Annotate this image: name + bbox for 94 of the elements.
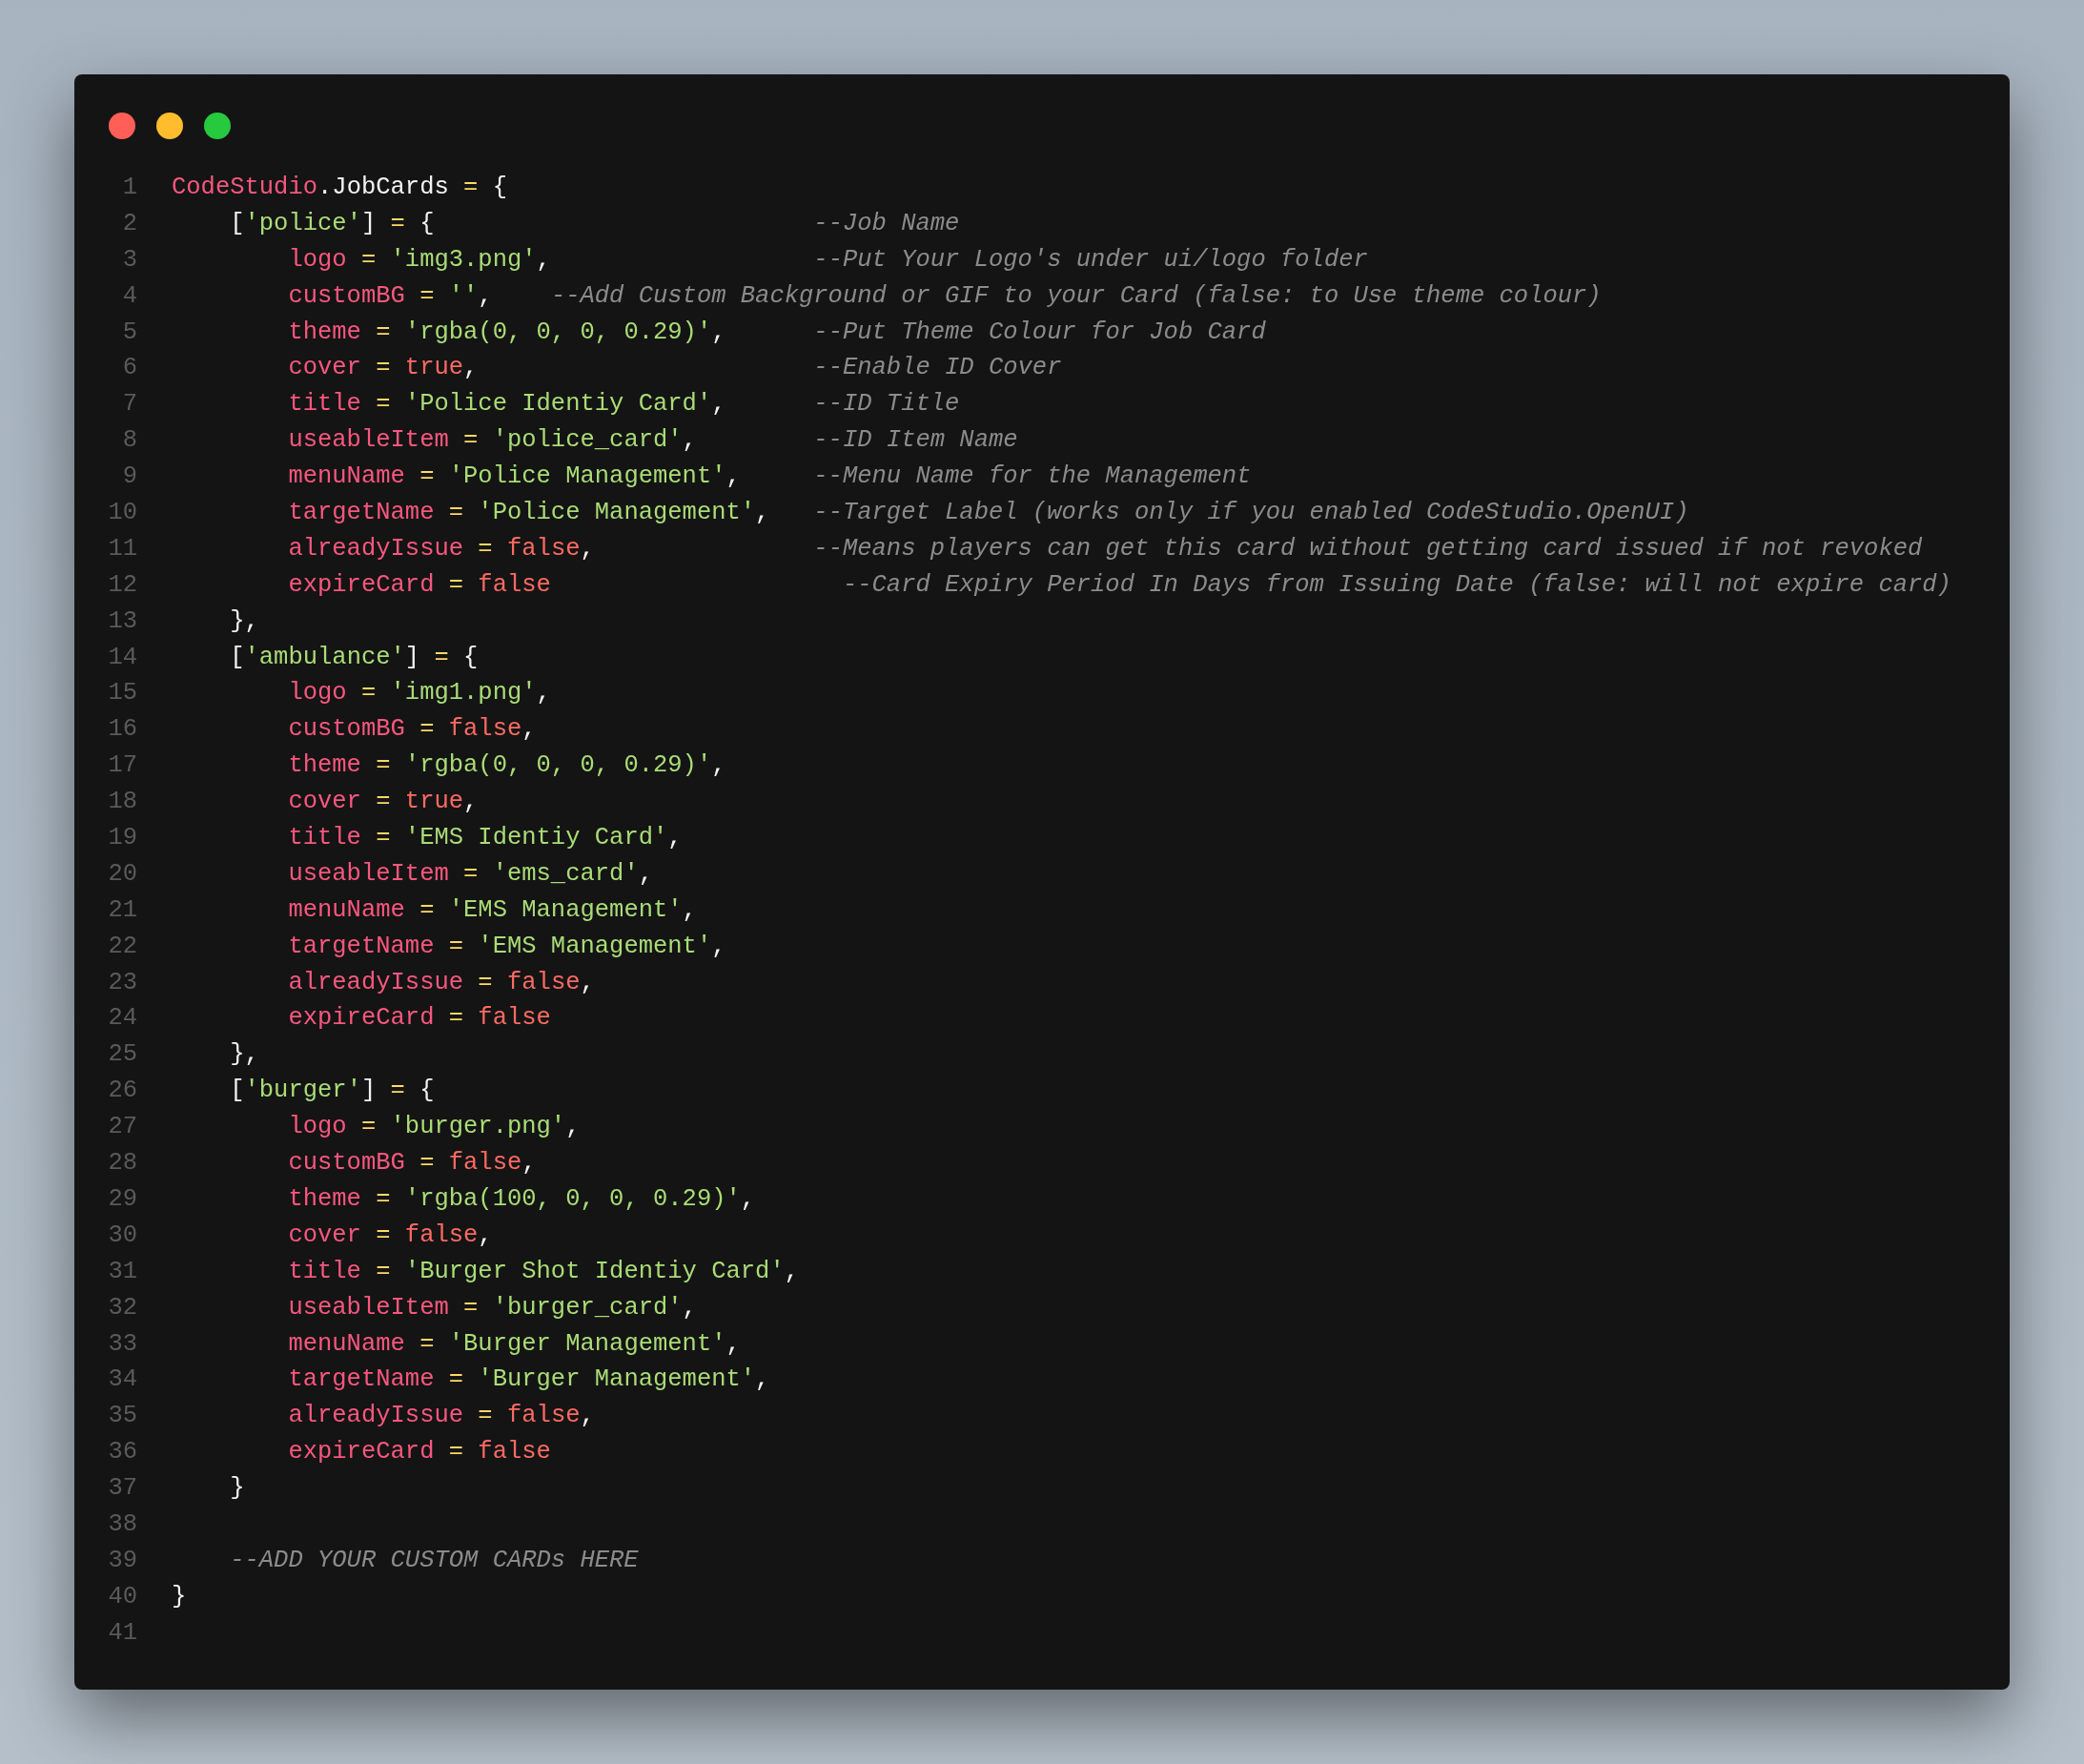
code-text: menuName = 'Burger Management', [288, 1328, 741, 1360]
line-number: 13 [107, 605, 137, 637]
line-number: 10 [107, 498, 137, 528]
code-text: theme = 'rgba(100, 0, 0, 0.29)', [288, 1183, 756, 1215]
line-number: 11 [107, 533, 137, 564]
line-number: 21 [107, 894, 137, 926]
code-text: alreadyIssue = false, [288, 533, 595, 564]
line-number: 39 [107, 1545, 137, 1576]
code-text: cover = true, [288, 787, 479, 818]
line-number: 26 [107, 1076, 137, 1107]
code-comment: --ADD YOUR CUSTOM CARDs HERE [230, 1545, 639, 1576]
code-text: theme = 'rgba(0, 0, 0, 0.29)', [288, 317, 726, 348]
code-text: ['police'] = { [230, 208, 435, 239]
code-text: }, [230, 1039, 259, 1071]
line-number: 9 [121, 462, 137, 493]
line-number: 24 [107, 1003, 137, 1035]
code-text: useableItem = 'burger_card', [288, 1292, 697, 1323]
window-button[interactable] [156, 113, 183, 139]
line-number: 38 [107, 1508, 137, 1540]
code-comment: --ID Item Name [813, 425, 1018, 457]
code-text: } [230, 1473, 245, 1505]
line-number: 7 [121, 389, 137, 420]
line-number: 5 [121, 317, 137, 348]
line-number: 33 [107, 1328, 137, 1360]
line-number: 37 [107, 1473, 137, 1505]
code-text: useableItem = 'ems_card', [288, 858, 653, 890]
window-button[interactable] [109, 113, 135, 139]
code-text: menuName = 'EMS Management', [288, 894, 697, 926]
code-text: expireCard = false [288, 569, 551, 601]
code-text: logo = 'burger.png', [288, 1112, 581, 1143]
code-comment: --Put Theme Colour for Job Card [813, 317, 1266, 348]
code-text: title = 'EMS Identiy Card', [288, 823, 683, 854]
code-text: customBG = false, [288, 1148, 537, 1179]
line-number: 41 [107, 1617, 137, 1649]
line-number: 32 [107, 1292, 137, 1323]
code-text: logo = 'img3.png', [288, 244, 551, 276]
code-text: } [172, 1581, 187, 1612]
line-number: 35 [107, 1401, 137, 1432]
line-number: 1 [121, 173, 137, 203]
code-text: expireCard = false [288, 1437, 551, 1468]
line-number: 30 [107, 1220, 137, 1251]
line-number: 17 [107, 750, 137, 782]
window-button[interactable] [204, 113, 231, 139]
line-number: 23 [107, 967, 137, 998]
line-number: 15 [107, 678, 137, 709]
line-number: 18 [107, 787, 137, 818]
code-comment: --Enable ID Cover [813, 353, 1062, 384]
code-text: targetName = 'Burger Management', [288, 1364, 770, 1396]
code-text: ['burger'] = { [230, 1076, 435, 1107]
code-text: cover = true, [288, 353, 479, 384]
code-text: targetName = 'EMS Management', [288, 931, 726, 962]
code-comment: --Card Expiry Period In Days from Issuing Date (false: will not expire card) [842, 569, 1951, 601]
code-comment: --Job Name [813, 208, 960, 239]
line-number: 20 [107, 858, 137, 890]
line-number: 31 [107, 1256, 137, 1287]
line-number: 2 [121, 208, 137, 239]
code-comment: --Means players can get this card without getting card issued if not revoked [813, 533, 1923, 564]
code-text: theme = 'rgba(0, 0, 0, 0.29)', [288, 750, 726, 782]
code-text: }, [230, 605, 259, 637]
line-number: 29 [107, 1183, 137, 1215]
code-text: targetName = 'Police Management', [288, 498, 770, 528]
line-number: 25 [107, 1039, 137, 1071]
code-text: customBG = '', [288, 280, 493, 312]
line-number: 36 [107, 1437, 137, 1468]
line-number: 40 [107, 1581, 137, 1612]
line-number: 6 [121, 353, 137, 384]
code-text: ['ambulance'] = { [230, 642, 479, 673]
code-comment: --Add Custom Background or GIF to your Card (false: to Use theme colour) [550, 280, 1602, 312]
code-text: alreadyIssue = false, [288, 967, 595, 998]
code-comment: --ID Title [813, 389, 960, 420]
code-text: menuName = 'Police Management', [288, 462, 741, 493]
line-number: 22 [107, 931, 137, 962]
line-number: 27 [107, 1112, 137, 1143]
line-number: 19 [107, 823, 137, 854]
line-number: 34 [107, 1364, 137, 1396]
code-comment: --Target Label (works only if you enabled CodeStudio.OpenUI) [813, 498, 1689, 528]
code-text: cover = false, [288, 1220, 493, 1251]
line-number: 16 [107, 714, 137, 746]
line-number: 4 [121, 280, 137, 312]
line-number: 8 [121, 425, 137, 457]
code-text: expireCard = false [288, 1003, 551, 1035]
code-text: CodeStudio.JobCards = { [172, 173, 507, 203]
line-number: 3 [121, 244, 137, 276]
line-number: 14 [107, 642, 137, 673]
code-comment: --Put Your Logo's under ui/logo folder [813, 244, 1368, 276]
code-text: alreadyIssue = false, [288, 1401, 595, 1432]
code-text: title = 'Burger Shot Identiy Card', [288, 1256, 800, 1287]
line-number: 28 [107, 1148, 137, 1179]
code-text: useableItem = 'police_card', [288, 425, 697, 457]
code-text: title = 'Police Identiy Card', [288, 389, 726, 420]
code-comment: --Menu Name for the Management [813, 462, 1252, 493]
line-number: 12 [107, 569, 137, 601]
code-text: logo = 'img1.png', [288, 678, 551, 709]
code-text: customBG = false, [288, 714, 537, 746]
